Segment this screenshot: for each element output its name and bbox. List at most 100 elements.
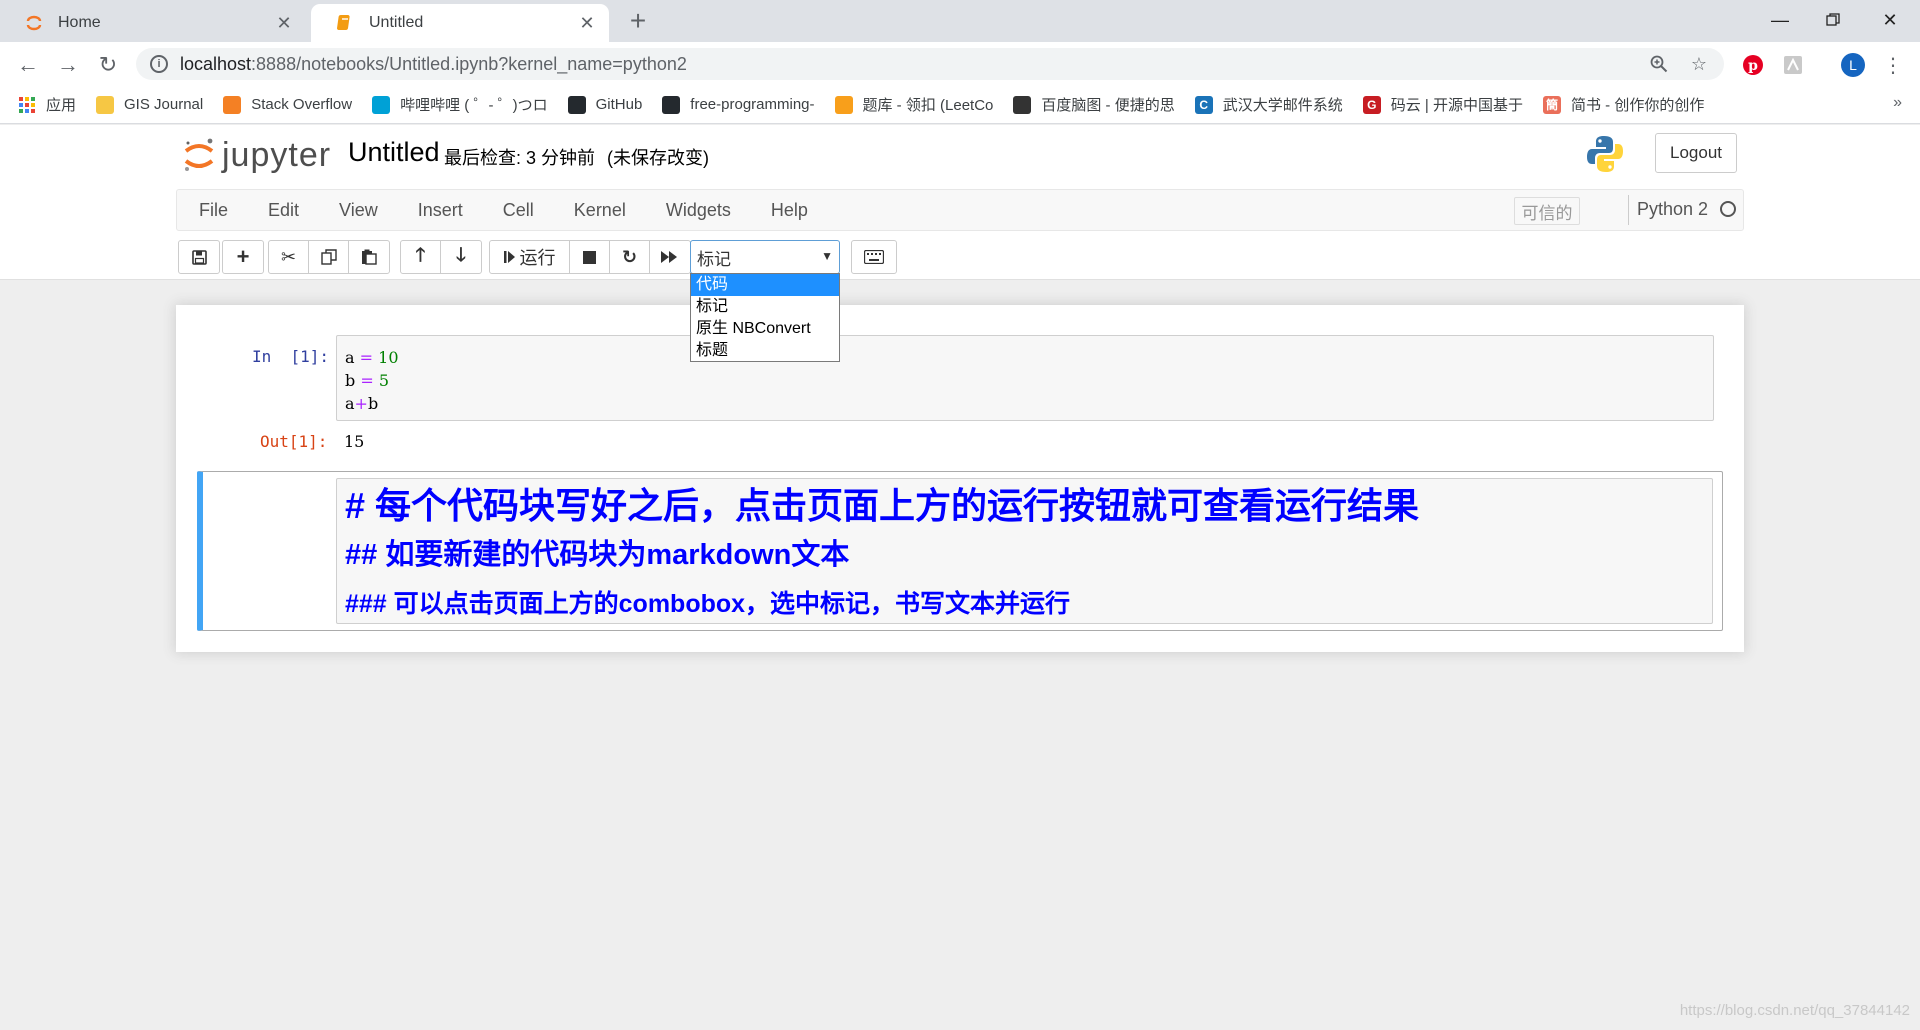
url-text[interactable]: localhost:8888/notebooks/Untitled.ipynb?…	[180, 54, 1644, 75]
site-info-icon[interactable]: i	[150, 55, 168, 73]
window-close-icon[interactable]: ✕	[1862, 0, 1918, 40]
close-tab-icon[interactable]: ✕	[573, 13, 601, 34]
menu-file[interactable]: File	[177, 200, 246, 221]
jupyter-logo-text: jupyter	[222, 135, 332, 174]
stop-icon	[583, 250, 596, 264]
bookmarks-bar: 应用 GIS Journal Stack Overflow 哔哩哔哩 ( ゜- ゜)つ…	[0, 86, 1920, 124]
markdown-cell-input[interactable]: # 每个代码块写好之后，点击页面上方的运行按钮就可查看运行结果 ## 如要新建的…	[336, 478, 1713, 624]
cell-type-dropdown-list: 代码 标记 原生 NBConvert 标题	[690, 273, 840, 362]
bookmark-label: 题库 - 领扣 (LeetCo	[862, 97, 994, 114]
menu-widgets[interactable]: Widgets	[644, 200, 749, 221]
restore-icon[interactable]	[1805, 0, 1861, 40]
close-tab-icon[interactable]: ✕	[270, 13, 298, 34]
notebook-container: In [1]: a = 10 b = 5 a+b Out[1]: 15 # 每个…	[176, 305, 1744, 652]
copy-button[interactable]	[309, 241, 349, 273]
browser-menu-icon[interactable]: ⋮	[1880, 52, 1906, 78]
bookmark-favicon-icon	[567, 95, 586, 114]
menu-edit[interactable]: Edit	[246, 200, 317, 221]
bookmark-favicon-icon	[18, 96, 36, 114]
bookmark-item[interactable]: 百度脑图 - 便捷的思	[1013, 94, 1175, 115]
tab-home[interactable]: Home ✕	[0, 4, 306, 42]
paste-button[interactable]	[349, 241, 389, 273]
bookmark-item[interactable]: GIS Journal	[96, 95, 204, 114]
new-tab-button[interactable]: +	[622, 6, 654, 38]
floppy-icon	[191, 249, 207, 265]
bookmark-label: 简书 - 创作你的创作	[1570, 97, 1705, 114]
insert-cell-button[interactable]: +	[223, 241, 263, 273]
bookmark-item[interactable]: 簡简书 - 创作你的创作	[1542, 94, 1705, 115]
command-palette-button[interactable]	[851, 240, 897, 274]
code-line: a+b	[345, 394, 379, 413]
reload-icon[interactable]: ↻	[94, 51, 122, 79]
restart-button[interactable]: ↻	[610, 241, 650, 273]
interrupt-button[interactable]	[570, 241, 610, 273]
restart-icon: ↻	[621, 246, 638, 267]
option-heading[interactable]: 标题	[691, 340, 839, 362]
checkpoint-text: 最后检查: 3 分钟前	[444, 148, 596, 168]
move-down-button[interactable]: 🡓	[441, 241, 481, 273]
bookmark-label: Stack Overflow	[251, 96, 353, 113]
pdf-extension-icon[interactable]	[1780, 52, 1806, 78]
paste-icon	[362, 249, 377, 265]
address-bar[interactable]: i localhost:8888/notebooks/Untitled.ipyn…	[136, 48, 1724, 80]
insert-button-group: +	[222, 240, 264, 274]
menu-view[interactable]: View	[317, 200, 396, 221]
back-icon[interactable]: ←	[14, 51, 42, 79]
bookmark-label: 哔哩哔哩 ( ゜- ゜)つロ	[400, 97, 548, 114]
browser-tab-strip: Home ✕ Untitled ✕ + — ✕	[0, 0, 1920, 42]
jupyter-logo[interactable]: jupyter	[180, 135, 331, 175]
markdown-cell-selected[interactable]: # 每个代码块写好之后，点击页面上方的运行按钮就可查看运行结果 ## 如要新建的…	[197, 471, 1723, 631]
arrow-up-icon: 🡑	[415, 245, 426, 266]
watermark: https://blog.csdn.net/qq_37844142	[1679, 1002, 1910, 1019]
keyboard-icon	[864, 250, 884, 264]
python-logo-icon	[1584, 133, 1626, 180]
option-markdown[interactable]: 标记	[691, 296, 839, 318]
pinterest-icon[interactable]: p	[1740, 52, 1766, 78]
option-code[interactable]: 代码	[691, 274, 839, 296]
trusted-badge[interactable]: 可信的	[1514, 197, 1580, 225]
bookmark-favicon-icon: G	[1362, 95, 1381, 114]
run-button[interactable]: 运行	[490, 241, 570, 273]
menu-help[interactable]: Help	[749, 200, 826, 221]
bookmark-item[interactable]: 题库 - 领扣 (LeetCo	[834, 94, 994, 115]
fast-forward-icon	[661, 251, 677, 263]
bookmark-item[interactable]: GitHub	[567, 95, 642, 114]
copy-icon	[320, 249, 337, 265]
bookmark-item[interactable]: Stack Overflow	[223, 95, 353, 114]
notebook-title[interactable]: Untitled	[348, 137, 440, 168]
cell-type-select[interactable]: 标记 ▼	[690, 240, 840, 274]
kernel-name[interactable]: Python 2	[1637, 199, 1708, 220]
menu-kernel[interactable]: Kernel	[552, 200, 644, 221]
zoom-icon[interactable]	[1644, 49, 1674, 79]
menu-cell[interactable]: Cell	[481, 200, 552, 221]
profile-avatar[interactable]: L	[1840, 52, 1866, 78]
code-cell-input[interactable]: a = 10 b = 5 a+b	[336, 335, 1714, 421]
save-button[interactable]	[179, 241, 219, 273]
markdown-line-h2: ## 如要新建的代码块为markdown文本	[345, 539, 850, 571]
unsaved-indicator: (未保存改变)	[607, 148, 710, 168]
menu-insert[interactable]: Insert	[396, 200, 481, 221]
scissors-icon: ✂	[280, 246, 297, 267]
option-raw-nbconvert[interactable]: 原生 NBConvert	[691, 318, 839, 340]
forward-icon[interactable]: →	[54, 51, 82, 79]
bookmark-item[interactable]: 应用	[18, 94, 76, 115]
jupyter-logo-icon	[184, 138, 214, 171]
dropdown-arrow-icon: ▼	[821, 249, 833, 263]
move-up-button[interactable]: 🡑	[401, 241, 441, 273]
plus-icon: +	[236, 244, 250, 269]
browser-toolbar: ← → ↻ i localhost:8888/notebooks/Untitle…	[0, 42, 1920, 86]
cut-button[interactable]: ✂	[269, 241, 309, 273]
minimize-icon[interactable]: —	[1752, 0, 1808, 40]
more-bookmarks-icon[interactable]: »	[1893, 94, 1902, 112]
restart-run-all-button[interactable]	[650, 241, 690, 273]
tab-title: Untitled	[369, 14, 424, 31]
bookmark-star-icon[interactable]: ☆	[1684, 49, 1714, 79]
bookmark-label: GIS Journal	[124, 96, 204, 113]
logout-button[interactable]: Logout	[1655, 133, 1737, 173]
tab-untitled[interactable]: Untitled ✕	[311, 4, 609, 42]
bookmark-item[interactable]: C 武汉大学邮件系统	[1194, 94, 1343, 115]
bookmark-item[interactable]: 哔哩哔哩 ( ゜- ゜)つロ	[372, 94, 548, 115]
cell-output: 15	[344, 432, 365, 451]
bookmark-item[interactable]: G 码云 | 开源中国基于	[1362, 94, 1523, 115]
bookmark-item[interactable]: free-programming-	[662, 95, 815, 114]
